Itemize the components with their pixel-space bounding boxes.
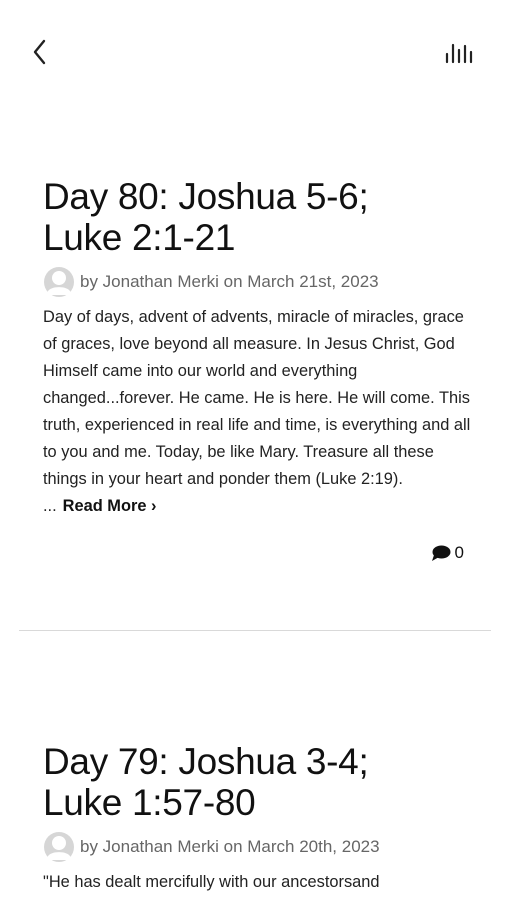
menu-button[interactable] bbox=[442, 40, 478, 68]
speech-bubble-icon bbox=[431, 545, 451, 561]
avatar-icon bbox=[44, 267, 74, 297]
post-title[interactable]: Day 80: Joshua 5-6; Luke 2:1-21 bbox=[43, 176, 473, 258]
post-excerpt: "He has dealt mercifully with our ancest… bbox=[43, 873, 380, 891]
chevron-left-icon bbox=[33, 39, 46, 65]
back-button[interactable] bbox=[26, 36, 56, 68]
post-meta: by Jonathan Merki on March 21st, 2023 bbox=[43, 266, 473, 298]
blog-post: Day 80: Joshua 5-6; Luke 2:1-21 by Jonat… bbox=[43, 176, 473, 536]
blog-post: Day 79: Joshua 3-4; Luke 1:57-80 by Jona… bbox=[43, 741, 473, 912]
read-more-link[interactable]: Read More › bbox=[63, 497, 157, 515]
post-meta: by Jonathan Merki on March 20th, 2023 bbox=[43, 831, 473, 863]
avatar-icon bbox=[44, 832, 74, 862]
top-bar bbox=[0, 0, 507, 100]
divider bbox=[19, 630, 491, 631]
comment-count-value: 0 bbox=[454, 543, 464, 562]
post-excerpt: Day of days, advent of advents, miracle … bbox=[43, 308, 471, 515]
post-author-date: by Jonathan Merki on March 21st, 2023 bbox=[80, 272, 379, 291]
post-author-date: by Jonathan Merki on March 20th, 2023 bbox=[80, 837, 380, 856]
post-title[interactable]: Day 79: Joshua 3-4; Luke 1:57-80 bbox=[43, 741, 473, 823]
comment-count[interactable]: 0 bbox=[431, 543, 464, 563]
bars-icon bbox=[445, 43, 473, 64]
